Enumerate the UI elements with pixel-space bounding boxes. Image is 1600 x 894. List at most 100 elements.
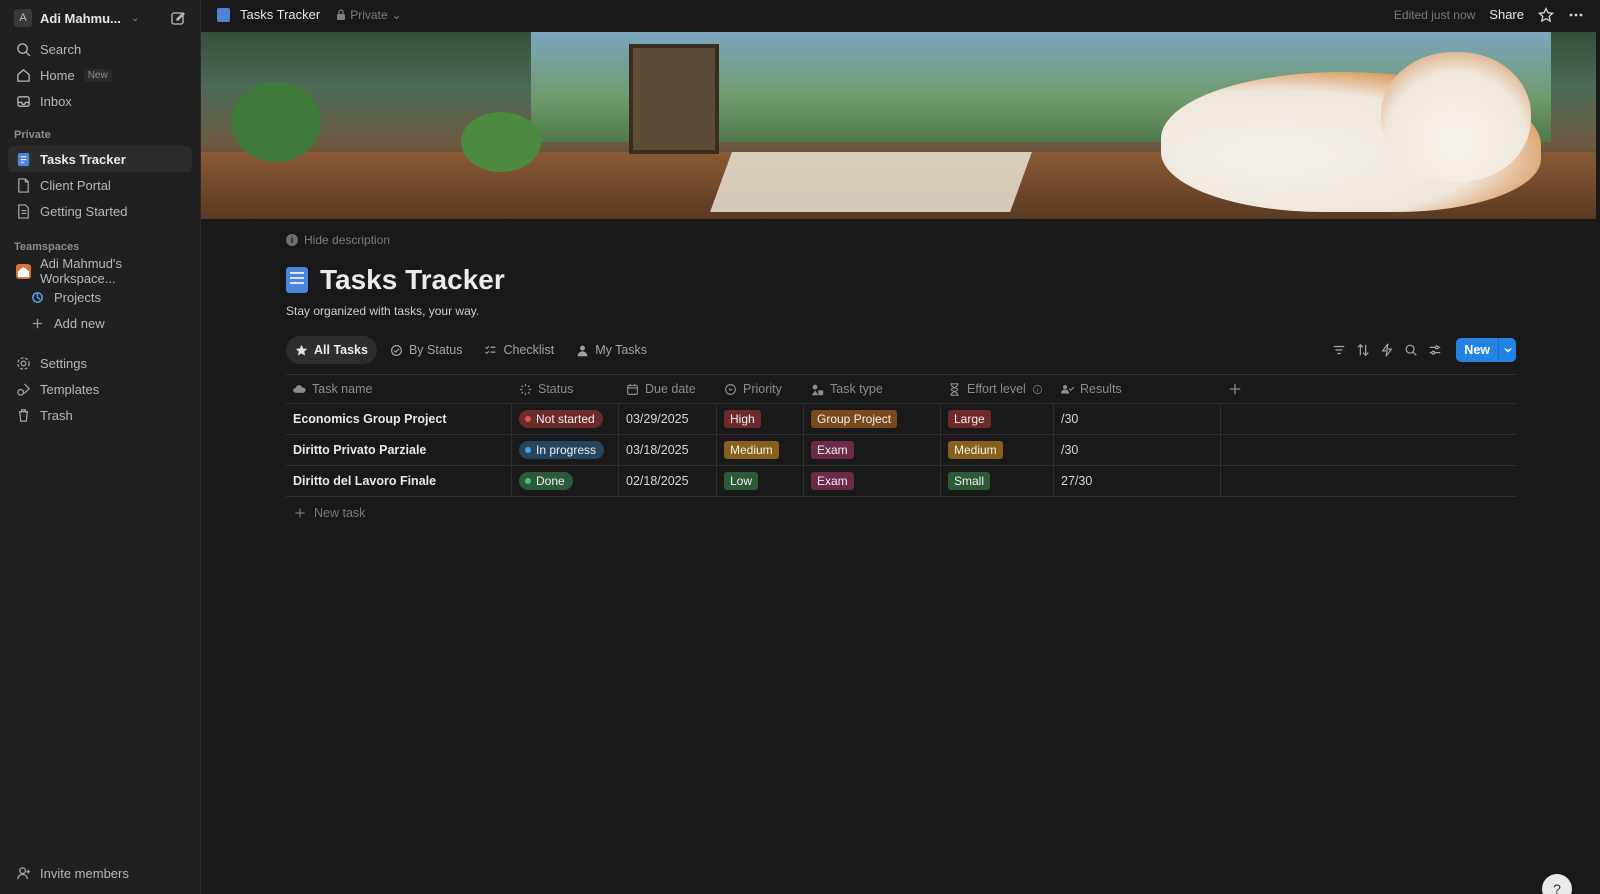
column-header-priority[interactable]: Priority (717, 375, 804, 403)
new-task-label: New task (314, 506, 366, 520)
column-header-task-name[interactable]: Task name (286, 375, 512, 403)
chevron-down-icon[interactable] (1498, 338, 1516, 362)
effort-cell[interactable]: Medium (941, 435, 1054, 465)
tab-all-tasks[interactable]: All Tasks (286, 336, 377, 364)
due-date: 02/18/2025 (626, 474, 689, 488)
new-task-button[interactable]: New task (286, 497, 1516, 529)
tab-my-tasks[interactable]: My Tasks (567, 336, 656, 364)
due-date-cell[interactable]: 03/18/2025 (619, 435, 717, 465)
sidebar-item-search[interactable]: Search (8, 36, 192, 62)
help-button[interactable]: ? (1542, 874, 1572, 894)
add-column-button[interactable] (1221, 375, 1516, 403)
info-icon (1032, 384, 1042, 394)
column-header-task-type[interactable]: Task type (804, 375, 941, 403)
sidebar-item-add-new[interactable]: Add new (8, 310, 192, 336)
inbox-icon (17, 95, 30, 107)
results-cell[interactable]: /30 (1054, 404, 1221, 434)
tab-checklist[interactable]: Checklist (475, 336, 563, 364)
sidebar-item-tasks-tracker[interactable]: Tasks Tracker (8, 146, 192, 172)
due-date-cell[interactable]: 02/18/2025 (619, 466, 717, 496)
section-label-private: Private (14, 129, 51, 141)
tab-label: My Tasks (595, 343, 648, 357)
priority-cell[interactable]: High (717, 404, 804, 434)
sort-icon[interactable] (1356, 343, 1370, 357)
sidebar-item-trash[interactable]: Trash (8, 402, 192, 428)
column-header-effort-level[interactable]: Effort level (941, 375, 1054, 403)
status-cell[interactable]: In progress (512, 435, 619, 465)
breadcrumb-title[interactable]: Tasks Tracker (240, 7, 320, 22)
invite-members-button[interactable]: Invite members (8, 860, 192, 886)
sidebar-item-label: Search (40, 41, 82, 57)
compose-icon[interactable] (170, 10, 186, 26)
sidebar-item-inbox[interactable]: Inbox (8, 88, 192, 114)
tab-label: All Tasks (314, 343, 368, 357)
status-cell[interactable]: Not started (512, 404, 619, 434)
priority-tag: High (724, 410, 761, 428)
task-name-cell[interactable]: Economics Group Project (286, 404, 512, 434)
status-label: Not started (536, 412, 595, 426)
new-button[interactable]: New (1456, 338, 1516, 362)
sidebar-item-projects[interactable]: Projects (8, 284, 192, 310)
filter-icon[interactable] (1332, 343, 1346, 357)
due-date-cell[interactable]: 03/29/2025 (619, 404, 717, 434)
task-type-cell[interactable]: Exam (804, 435, 941, 465)
page-description[interactable]: Stay organized with tasks, your way. (286, 304, 1516, 318)
priority-cell[interactable]: Low (717, 466, 804, 496)
help-question-icon: ? (1553, 881, 1561, 894)
database-toolbar: New (1332, 336, 1516, 364)
share-button[interactable]: Share (1489, 7, 1524, 22)
status-loader-icon (519, 383, 532, 395)
results-value: /30 (1061, 443, 1079, 457)
column-header-results[interactable]: Results (1054, 375, 1221, 403)
tasks-doc-icon[interactable] (286, 267, 308, 293)
sidebar-item-templates[interactable]: Templates (8, 376, 192, 402)
automation-icon[interactable] (1380, 343, 1394, 357)
task-type-cell[interactable]: Exam (804, 466, 941, 496)
table-row[interactable]: Diritto del Lavoro Finale Done 02/18/202… (286, 466, 1516, 497)
view-tabs: All Tasks By Status Checklist My Tasks N… (286, 336, 1516, 364)
privacy-dropdown[interactable]: Private ⌄ (336, 8, 402, 22)
results-cell[interactable]: /30 (1054, 435, 1221, 465)
sidebar-item-settings[interactable]: Settings (8, 350, 192, 376)
sidebar-item-teamspace[interactable]: Adi Mahmud's Workspace... (8, 256, 192, 286)
table-row[interactable]: Diritto Privato Parziale In progress 03/… (286, 435, 1516, 466)
settings-sliders-icon[interactable] (1428, 343, 1442, 357)
workspace-switcher[interactable]: A Adi Mahmu... ⌄ (8, 4, 192, 32)
tab-label: Checklist (503, 343, 555, 357)
tab-by-status[interactable]: By Status (381, 336, 472, 364)
status-dot (525, 478, 531, 484)
templates-icon (17, 382, 30, 396)
empty-cell (1221, 466, 1516, 496)
task-type-cell[interactable]: Group Project (804, 404, 941, 434)
calendar-icon (627, 383, 638, 395)
sidebar-item-client-portal[interactable]: Client Portal (8, 172, 192, 198)
table-row[interactable]: Economics Group Project Not started 03/2… (286, 404, 1516, 435)
results-cell[interactable]: 27/30 (1054, 466, 1221, 496)
search-icon[interactable] (1404, 343, 1418, 357)
column-header-status[interactable]: Status (512, 375, 619, 403)
shapes-icon (811, 384, 824, 395)
column-header-due-date[interactable]: Due date (619, 375, 717, 403)
person-icon (577, 345, 588, 356)
hide-description-toggle[interactable]: i Hide description (286, 230, 1516, 250)
effort-cell[interactable]: Large (941, 404, 1054, 434)
sidebar-item-label: Add new (54, 315, 105, 331)
plus-icon (32, 318, 43, 328)
priority-cell[interactable]: Medium (717, 435, 804, 465)
star-icon[interactable] (1538, 6, 1554, 23)
sidebar-item-getting-started[interactable]: Getting Started (8, 198, 192, 224)
status-pill: Done (519, 472, 573, 490)
status-cell[interactable]: Done (512, 466, 619, 496)
due-date: 03/29/2025 (626, 412, 689, 426)
plus-icon (295, 508, 305, 518)
sidebar-item-home[interactable]: Home New (8, 62, 192, 88)
teamspace-home-icon (16, 263, 31, 279)
effort-cell[interactable]: Small (941, 466, 1054, 496)
task-name: Economics Group Project (293, 412, 447, 426)
task-name: Diritto Privato Parziale (293, 443, 427, 457)
more-options-icon[interactable] (1568, 7, 1584, 23)
page-title[interactable]: Tasks Tracker (320, 264, 505, 296)
task-name-cell[interactable]: Diritto del Lavoro Finale (286, 466, 512, 496)
results-value: /30 (1061, 412, 1079, 426)
task-name-cell[interactable]: Diritto Privato Parziale (286, 435, 512, 465)
